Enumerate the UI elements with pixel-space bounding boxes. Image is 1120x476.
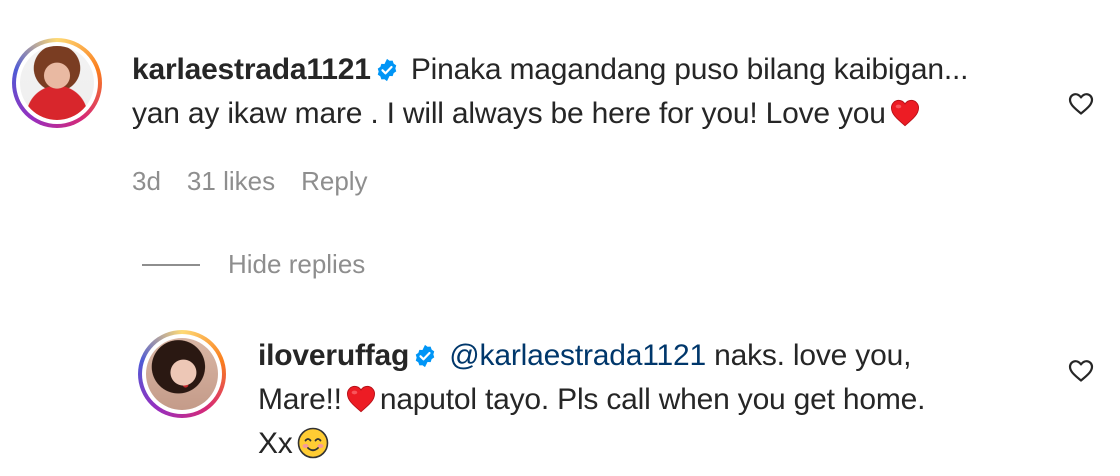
comment-body-line2: yan ay ikaw mare . I will always be here… bbox=[132, 97, 886, 130]
avatar[interactable] bbox=[12, 38, 102, 128]
heart-outline-icon[interactable] bbox=[1068, 92, 1094, 116]
comment-likes[interactable]: 31 likes bbox=[187, 166, 275, 197]
red-heart-emoji-icon bbox=[890, 99, 919, 127]
hide-replies-button[interactable]: Hide replies bbox=[142, 249, 365, 280]
reply-body-part2: Mare!! bbox=[258, 383, 342, 416]
hide-replies-label: Hide replies bbox=[228, 249, 366, 279]
profile-photo bbox=[20, 46, 94, 120]
profile-photo bbox=[146, 338, 218, 410]
blushing-smile-emoji-icon bbox=[297, 427, 328, 459]
red-heart-emoji-icon bbox=[346, 385, 375, 413]
comment-time: 3d bbox=[132, 166, 161, 196]
reply-text: iloveruffag @karlaestrada1121 naks. love… bbox=[258, 334, 1028, 466]
reply-body-part4: Xx bbox=[258, 427, 293, 460]
avatar[interactable] bbox=[138, 330, 226, 418]
reply-button[interactable]: Reply bbox=[301, 166, 367, 197]
heart-outline-icon[interactable] bbox=[1068, 359, 1094, 383]
reply-username[interactable]: iloveruffag bbox=[258, 339, 409, 372]
verified-badge-icon bbox=[377, 58, 396, 82]
reply-body-part1: naks. love you, bbox=[714, 339, 912, 372]
comment-meta: 3d 31 likes Reply bbox=[132, 166, 368, 197]
comment-body-line1: Pinaka magandang puso bilang kaibigan... bbox=[410, 53, 969, 86]
comment-username[interactable]: karlaestrada1121 bbox=[132, 53, 371, 86]
reply-body-part3: naputol tayo. Pls call when you get home… bbox=[379, 383, 926, 416]
mention-link[interactable]: @karlaestrada1121 bbox=[449, 339, 706, 372]
divider-line bbox=[142, 263, 200, 266]
verified-badge-icon bbox=[415, 344, 435, 368]
comment-text: karlaestrada1121 Pinaka magandang puso b… bbox=[132, 48, 1052, 136]
